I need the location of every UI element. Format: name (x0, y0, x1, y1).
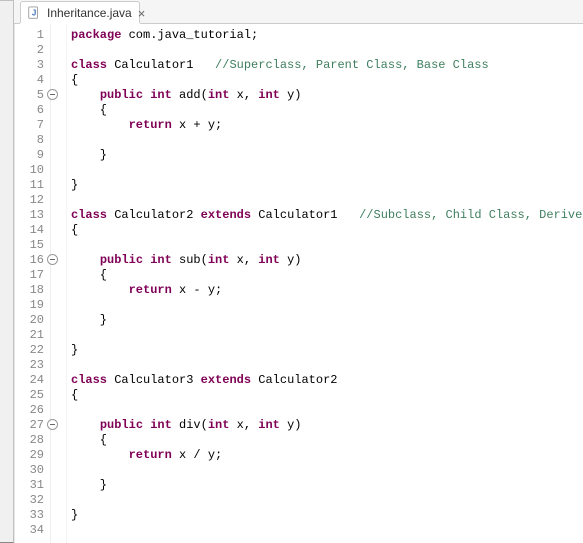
code-line[interactable] (71, 163, 583, 178)
editor-area: J Inheritance.java × 1234567891011121314… (14, 0, 583, 543)
code-line[interactable]: class Calculator3 extends Calculator2 (71, 373, 583, 388)
code-line[interactable]: { (71, 73, 583, 88)
code-line[interactable]: public int add(int x, int y) (71, 88, 583, 103)
fold-toggle-icon[interactable] (47, 89, 58, 100)
line-number: 21 (15, 328, 44, 343)
code-line[interactable]: public int sub(int x, int y) (71, 253, 583, 268)
fold-column (51, 24, 67, 543)
line-number: 33 (15, 508, 44, 523)
code-line[interactable]: return x - y; (71, 283, 583, 298)
line-number: 3 (15, 58, 44, 73)
code-line[interactable] (71, 403, 583, 418)
code-line[interactable] (71, 43, 583, 58)
close-icon[interactable]: × (138, 7, 146, 19)
fold-toggle-icon[interactable] (47, 254, 58, 265)
line-number: 5 (15, 88, 44, 103)
svg-text:J: J (32, 9, 36, 18)
code-line[interactable]: { (71, 433, 583, 448)
line-number: 2 (15, 43, 44, 58)
code-line[interactable] (71, 523, 583, 538)
code-line[interactable]: public int div(int x, int y) (71, 418, 583, 433)
code-line[interactable]: } (71, 478, 583, 493)
code-viewport: 1234567891011121314151617181920212223242… (14, 24, 583, 543)
line-number-gutter: 1234567891011121314151617181920212223242… (15, 24, 51, 543)
line-number: 13 (15, 208, 44, 223)
line-number: 31 (15, 478, 44, 493)
line-number: 11 (15, 178, 44, 193)
line-number: 9 (15, 148, 44, 163)
line-number: 4 (15, 73, 44, 88)
line-number: 19 (15, 298, 44, 313)
line-number: 34 (15, 523, 44, 538)
line-number: 6 (15, 103, 44, 118)
line-number: 8 (15, 133, 44, 148)
code-line[interactable] (71, 328, 583, 343)
code-line[interactable]: return x / y; (71, 448, 583, 463)
code-line[interactable]: } (71, 148, 583, 163)
code-line[interactable] (71, 298, 583, 313)
fold-toggle-icon[interactable] (47, 419, 58, 430)
line-number: 17 (15, 268, 44, 283)
vertical-ruler (0, 0, 14, 543)
line-number: 1 (15, 28, 44, 43)
tab-title: Inheritance.java (47, 6, 132, 20)
line-number: 25 (15, 388, 44, 403)
line-number: 20 (15, 313, 44, 328)
line-number: 32 (15, 493, 44, 508)
code-line[interactable]: class Calculator1 //Superclass, Parent C… (71, 58, 583, 73)
code-line[interactable] (71, 463, 583, 478)
code-line[interactable]: class Calculator2 extends Calculator1 //… (71, 208, 583, 223)
line-number: 24 (15, 373, 44, 388)
line-number: 18 (15, 283, 44, 298)
tab-bar: J Inheritance.java × (14, 0, 583, 24)
code-line[interactable]: { (71, 268, 583, 283)
line-number: 14 (15, 223, 44, 238)
code-line[interactable] (71, 133, 583, 148)
line-number: 16 (15, 253, 44, 268)
line-number: 10 (15, 163, 44, 178)
code-content[interactable]: package com.java_tutorial;class Calculat… (67, 24, 583, 543)
line-number: 22 (15, 343, 44, 358)
code-line[interactable]: return x + y; (71, 118, 583, 133)
code-line[interactable]: package com.java_tutorial; (71, 28, 583, 43)
line-number: 27 (15, 418, 44, 433)
code-line[interactable]: { (71, 103, 583, 118)
line-number: 30 (15, 463, 44, 478)
line-number: 23 (15, 358, 44, 373)
code-line[interactable]: { (71, 223, 583, 238)
line-number: 29 (15, 448, 44, 463)
code-line[interactable]: } (71, 313, 583, 328)
line-number: 7 (15, 118, 44, 133)
code-line[interactable]: } (71, 343, 583, 358)
code-line[interactable]: { (71, 388, 583, 403)
line-number: 28 (15, 433, 44, 448)
code-line[interactable] (71, 193, 583, 208)
code-line[interactable] (71, 358, 583, 373)
code-line[interactable]: } (71, 178, 583, 193)
code-line[interactable]: } (71, 508, 583, 523)
line-number: 15 (15, 238, 44, 253)
line-number: 26 (15, 403, 44, 418)
code-line[interactable] (71, 238, 583, 253)
java-file-icon: J (27, 6, 41, 20)
file-tab[interactable]: J Inheritance.java × (20, 1, 140, 24)
code-line[interactable] (71, 493, 583, 508)
line-number: 12 (15, 193, 44, 208)
